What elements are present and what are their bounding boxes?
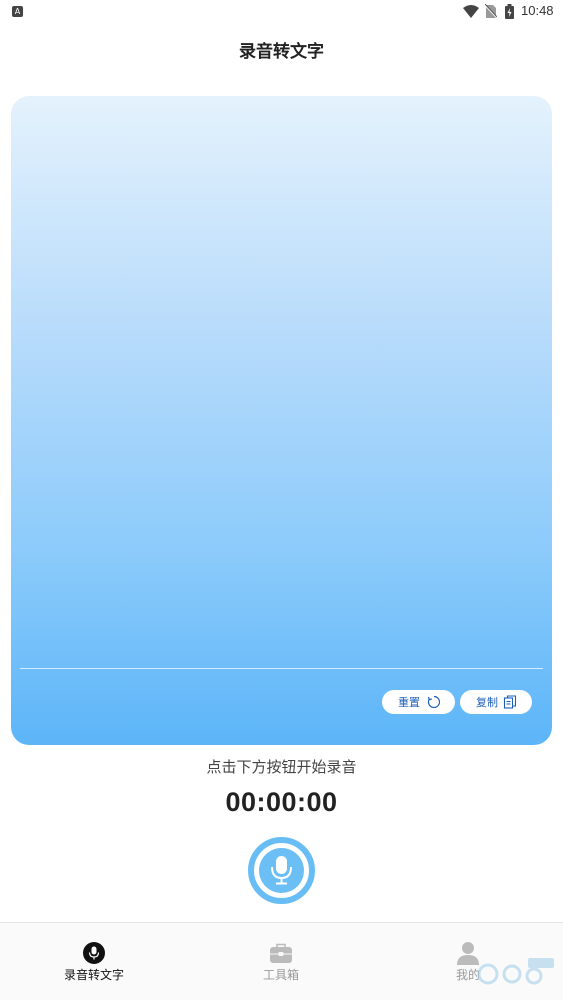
microphone-icon	[83, 942, 105, 964]
transcript-card[interactable]: 重置 复制	[11, 96, 552, 745]
watermark-logo	[477, 958, 554, 985]
toolbox-icon	[270, 943, 292, 963]
tab-label: 录音转文字	[63, 968, 124, 982]
refresh-icon	[427, 695, 441, 709]
tab-toolbox[interactable]: 工具箱	[221, 923, 341, 1000]
record-button[interactable]	[248, 837, 315, 904]
record-timer: 00:00:00	[225, 787, 338, 817]
record-hint: 点击下方按钮开始录音	[206, 758, 357, 776]
copy-icon	[503, 695, 517, 709]
reset-button[interactable]: 重置	[382, 690, 455, 714]
no-sim-icon	[485, 4, 497, 19]
wifi-icon	[463, 5, 479, 18]
reset-button-label: 重置	[398, 696, 420, 709]
clock: 10:48	[521, 3, 554, 18]
microphone-icon	[271, 856, 292, 885]
copy-button[interactable]: 复制	[460, 690, 532, 714]
tab-record-to-text[interactable]: 录音转文字	[34, 923, 154, 1000]
tab-label: 工具箱	[262, 968, 299, 982]
page-title: 录音转文字	[239, 42, 324, 62]
notification-icon: A	[12, 6, 23, 17]
status-bar: A 10:48	[0, 0, 563, 24]
battery-icon	[505, 4, 514, 19]
card-divider	[20, 668, 543, 669]
copy-button-label: 复制	[476, 696, 498, 709]
